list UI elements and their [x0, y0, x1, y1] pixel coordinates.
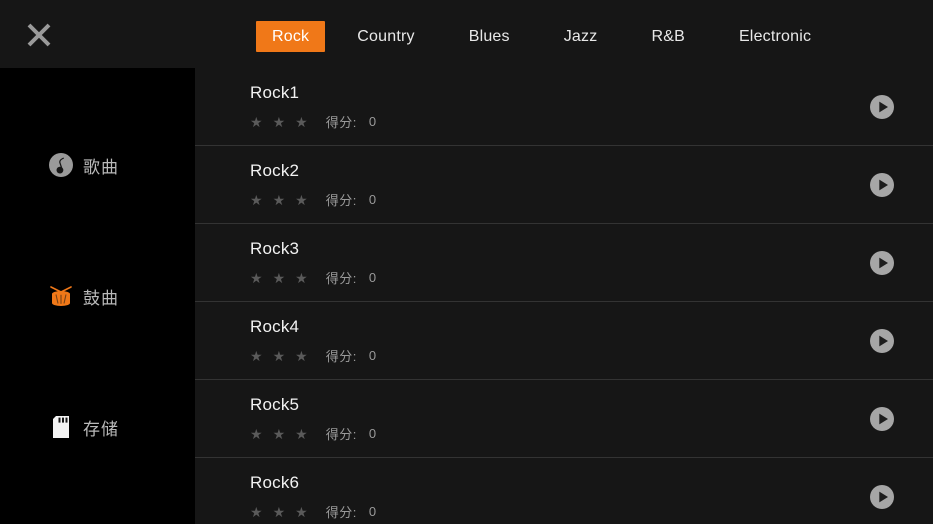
play-button[interactable] [869, 94, 895, 120]
star-rating[interactable]: ★ ★ ★ [250, 271, 318, 285]
star-icon[interactable]: ★ [295, 193, 308, 207]
song-meta: ★ ★ ★ 得分: 0 [250, 190, 376, 209]
star-icon[interactable]: ★ [295, 349, 308, 363]
app-root: Rock Country Blues Jazz R&B Electronic 歌… [0, 0, 933, 524]
play-icon [869, 94, 895, 120]
star-rating[interactable]: ★ ★ ★ [250, 505, 318, 519]
table-row[interactable]: Rock2 ★ ★ ★ 得分: 0 [195, 146, 933, 224]
score-value: 0 [368, 426, 377, 441]
close-button[interactable] [22, 18, 55, 51]
song-title: Rock4 [250, 317, 300, 336]
table-row[interactable]: Rock5 ★ ★ ★ 得分: 0 [195, 380, 933, 458]
song-meta: ★ ★ ★ 得分: 0 [250, 502, 376, 521]
star-icon[interactable]: ★ [273, 271, 286, 285]
star-icon[interactable]: ★ [295, 271, 308, 285]
drum-icon [48, 283, 74, 309]
top-header: Rock Country Blues Jazz R&B Electronic [0, 0, 933, 68]
tab-blues[interactable]: Blues [453, 21, 526, 52]
star-rating[interactable]: ★ ★ ★ [250, 115, 318, 129]
song-meta: ★ ★ ★ 得分: 0 [250, 268, 376, 287]
song-title: Rock6 [250, 473, 300, 492]
score-value: 0 [368, 504, 377, 519]
play-icon [869, 328, 895, 354]
score-value: 0 [368, 348, 377, 363]
score-value: 0 [368, 270, 377, 285]
score-label: 得分: [325, 349, 357, 364]
close-icon [24, 20, 54, 50]
table-row[interactable]: Rock4 ★ ★ ★ 得分: 0 [195, 302, 933, 380]
play-icon [869, 250, 895, 276]
play-button[interactable] [869, 484, 895, 510]
play-button[interactable] [869, 328, 895, 354]
star-rating[interactable]: ★ ★ ★ [250, 349, 318, 363]
song-title: Rock2 [250, 161, 300, 180]
play-button[interactable] [869, 172, 895, 198]
song-title: Rock1 [250, 83, 300, 102]
sd-card-icon [48, 414, 74, 440]
song-title: Rock5 [250, 395, 300, 414]
tab-rock[interactable]: Rock [256, 21, 326, 52]
table-row[interactable]: Rock1 ★ ★ ★ 得分: 0 [195, 68, 933, 146]
star-rating[interactable]: ★ ★ ★ [250, 193, 318, 207]
star-icon[interactable]: ★ [295, 505, 308, 519]
star-icon[interactable]: ★ [273, 505, 286, 519]
play-button[interactable] [869, 250, 895, 276]
music-note-icon [48, 152, 74, 178]
score-value: 0 [368, 114, 377, 129]
play-icon [869, 484, 895, 510]
table-row[interactable]: Rock6 ★ ★ ★ 得分: 0 [195, 458, 933, 524]
song-title: Rock3 [250, 239, 300, 258]
score-label: 得分: [325, 271, 357, 286]
star-icon[interactable]: ★ [295, 427, 308, 441]
star-icon[interactable]: ★ [250, 271, 263, 285]
score-label: 得分: [325, 505, 357, 520]
genre-tabs: Rock Country Blues Jazz R&B Electronic [256, 21, 827, 52]
star-icon[interactable]: ★ [250, 427, 263, 441]
sidebar-item-label: 歌曲 [83, 157, 119, 177]
tab-jazz[interactable]: Jazz [548, 21, 614, 52]
star-icon[interactable]: ★ [250, 349, 263, 363]
sidebar-item-songs[interactable]: 歌曲 [0, 137, 195, 193]
score-label: 得分: [325, 427, 357, 442]
star-icon[interactable]: ★ [250, 193, 263, 207]
song-meta: ★ ★ ★ 得分: 0 [250, 346, 376, 365]
tab-country[interactable]: Country [341, 21, 430, 52]
sidebar-item-storage[interactable]: 存储 [0, 399, 195, 455]
table-row[interactable]: Rock3 ★ ★ ★ 得分: 0 [195, 224, 933, 302]
star-icon[interactable]: ★ [273, 193, 286, 207]
star-icon[interactable]: ★ [273, 115, 286, 129]
star-icon[interactable]: ★ [273, 349, 286, 363]
play-icon [869, 172, 895, 198]
score-label: 得分: [325, 193, 357, 208]
score-value: 0 [368, 192, 377, 207]
star-rating[interactable]: ★ ★ ★ [250, 427, 318, 441]
tab-electronic[interactable]: Electronic [723, 21, 827, 52]
star-icon[interactable]: ★ [250, 505, 263, 519]
sidebar-item-drum[interactable]: 鼓曲 [0, 268, 195, 324]
play-button[interactable] [869, 406, 895, 432]
score-label: 得分: [325, 115, 357, 130]
tab-rnb[interactable]: R&B [635, 21, 701, 52]
sidebar-item-label: 鼓曲 [83, 288, 119, 308]
play-icon [869, 406, 895, 432]
sidebar-item-label: 存储 [83, 419, 119, 439]
song-meta: ★ ★ ★ 得分: 0 [250, 112, 376, 131]
sidebar: 歌曲 鼓曲 存储 [0, 68, 195, 524]
song-meta: ★ ★ ★ 得分: 0 [250, 424, 376, 443]
star-icon[interactable]: ★ [273, 427, 286, 441]
star-icon[interactable]: ★ [250, 115, 263, 129]
song-list[interactable]: Rock1 ★ ★ ★ 得分: 0 Rock2 ★ ★ ★ 得分: 0 Rock… [195, 68, 933, 524]
star-icon[interactable]: ★ [295, 115, 308, 129]
